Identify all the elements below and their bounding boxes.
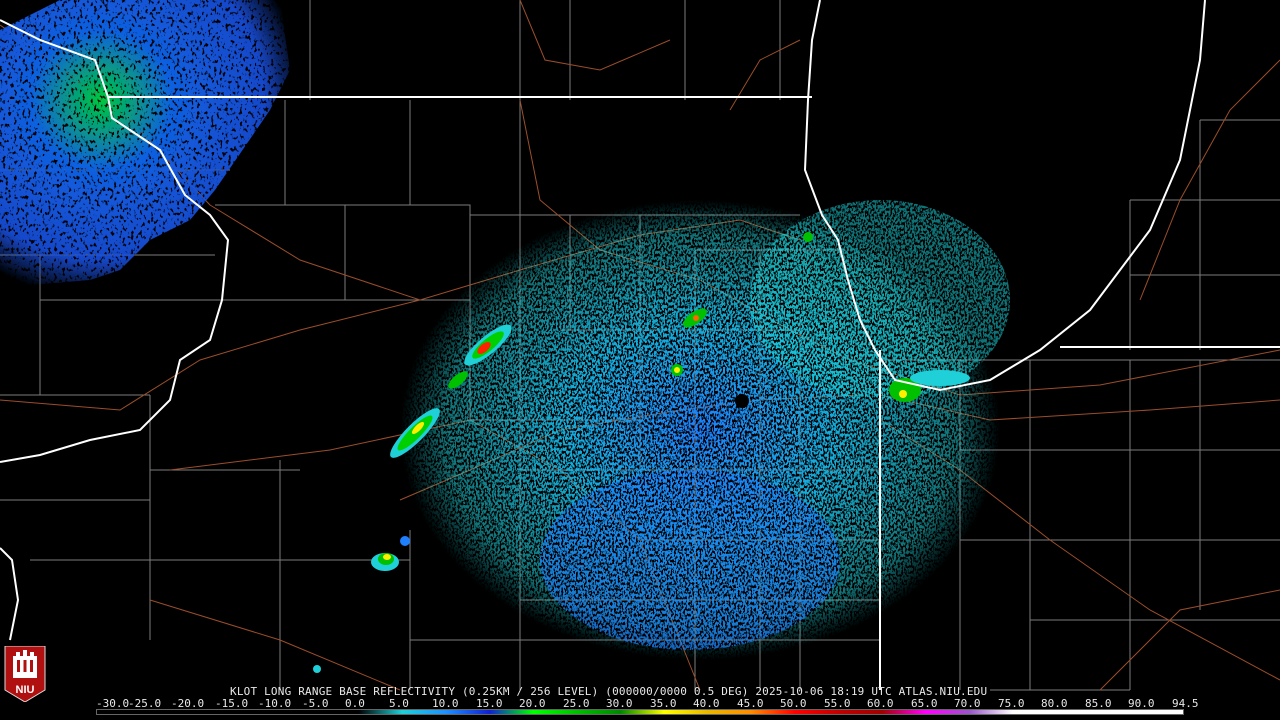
nw-precip-area (0, 0, 290, 285)
radar-site-marker (735, 394, 749, 408)
niu-logo: NIU (4, 646, 46, 702)
color-scale-bar (96, 709, 1184, 715)
logo-text: NIU (16, 684, 35, 696)
color-scale-labels: -30.0 -25.0 -20.0 -15.0 -10.0 -5.0 0.0 5.0 10.0 1… (96, 697, 1199, 710)
reflectivity-echoes (0, 0, 1010, 673)
radar-map (0, 0, 1280, 691)
